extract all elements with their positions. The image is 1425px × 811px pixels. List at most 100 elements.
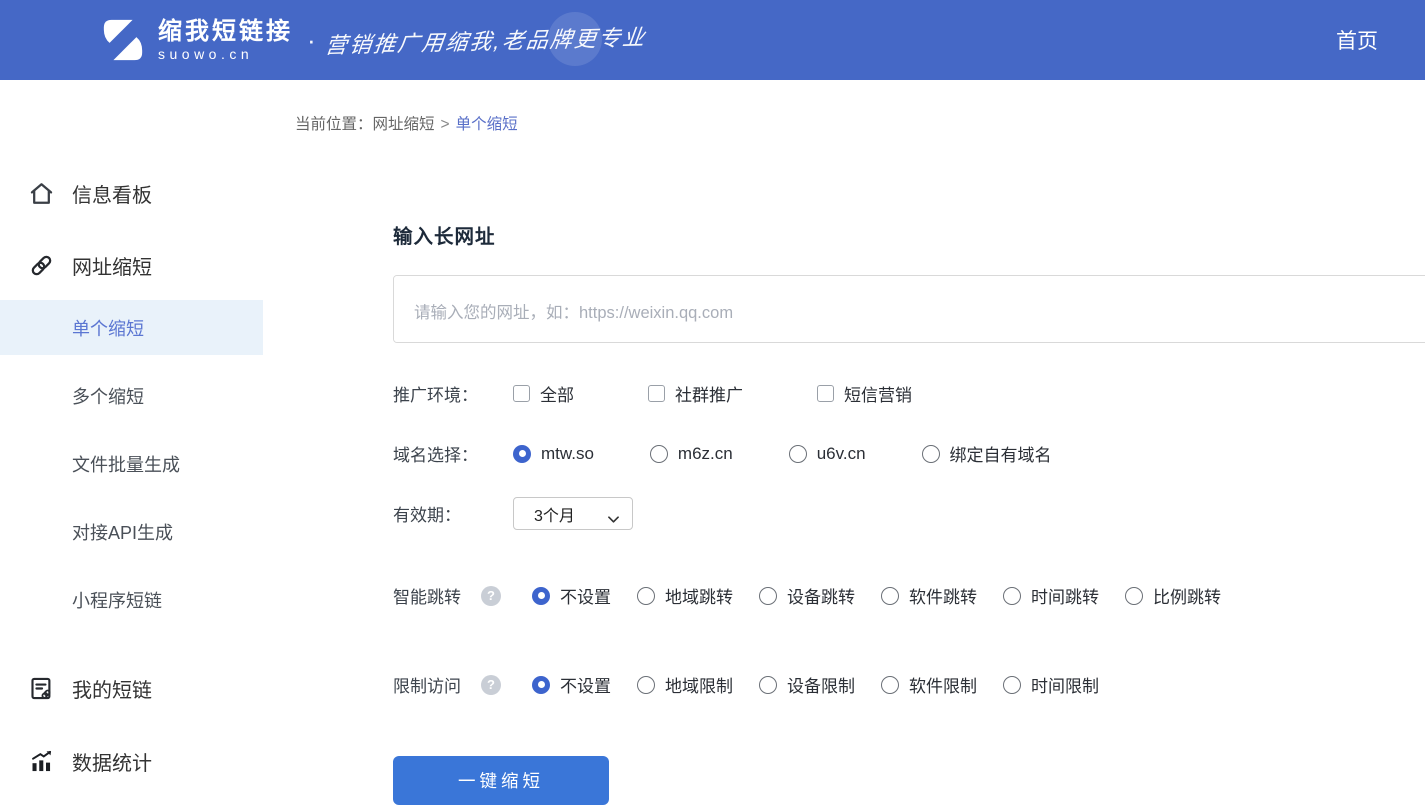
checkbox-icon[interactable] — [648, 385, 665, 402]
radio-icon[interactable] — [637, 676, 655, 694]
page-layout: 信息看板 网址缩短 单个缩短 多个缩短 文件批量生成 对接API生成 — [0, 80, 1425, 811]
breadcrumb-current-link[interactable]: 单个缩短 — [456, 116, 518, 133]
sidebar-item-label: 网址缩短 — [72, 251, 152, 280]
long-url-input[interactable] — [393, 275, 1425, 343]
radio-option-jump-software[interactable]: 软件跳转 — [881, 583, 977, 608]
smart-jump-options: 不设置 地域跳转 设备跳转 软件跳转 — [532, 583, 1221, 608]
checkbox-option-community[interactable]: 社群推广 — [648, 381, 743, 406]
sidebar-subitem-miniprogram-link[interactable]: 小程序短链 — [0, 572, 263, 627]
promo-env-row: 推广环境： 全部 社群推广 短信营销 — [393, 381, 1425, 406]
radio-label: 设备跳转 — [787, 583, 855, 608]
radio-option-jump-region[interactable]: 地域跳转 — [637, 583, 733, 608]
radio-label: 绑定自有域名 — [950, 441, 1052, 466]
checkbox-option-all[interactable]: 全部 — [513, 381, 574, 406]
radio-option-m6z-cn[interactable]: m6z.cn — [650, 441, 733, 466]
nav-home-link[interactable]: 首页 — [1336, 25, 1378, 55]
radio-option-jump-ratio[interactable]: 比例跳转 — [1125, 583, 1221, 608]
domain-options: mtw.so m6z.cn u6v.cn 绑定自有域名 — [513, 441, 1052, 466]
restrict-access-label: 限制访问 — [393, 672, 461, 697]
radio-option-custom-domain[interactable]: 绑定自有域名 — [922, 441, 1052, 466]
chevron-down-icon — [608, 510, 619, 517]
validity-row: 有效期： 3个月 — [393, 497, 1425, 530]
radio-icon[interactable] — [1003, 587, 1021, 605]
sidebar-subitem-file-batch[interactable]: 文件批量生成 — [0, 436, 263, 491]
home-icon — [28, 180, 55, 207]
checkbox-icon[interactable] — [817, 385, 834, 402]
radio-icon[interactable] — [1125, 587, 1143, 605]
logo-title: 缩我短链接 — [158, 19, 293, 44]
sidebar: 信息看板 网址缩短 单个缩短 多个缩短 文件批量生成 对接API生成 — [0, 80, 263, 811]
radio-icon-selected[interactable] — [513, 445, 531, 463]
shorten-form: 输入长网址 推广环境： 全部 社群推广 短信营销 — [393, 220, 1425, 805]
sidebar-subitem-single-shorten[interactable]: 单个缩短 — [0, 300, 263, 355]
domain-select-row: 域名选择： mtw.so m6z.cn u6v.cn — [393, 441, 1425, 466]
radio-option-mtw-so[interactable]: mtw.so — [513, 441, 594, 466]
radio-option-limit-time[interactable]: 时间限制 — [1003, 672, 1099, 697]
logo[interactable]: 缩我短链接 suowo.cn — [100, 17, 293, 63]
radio-option-limit-none[interactable]: 不设置 — [532, 672, 611, 697]
logo-text: 缩我短链接 suowo.cn — [158, 19, 293, 62]
checkbox-icon[interactable] — [513, 385, 530, 402]
radio-icon[interactable] — [759, 676, 777, 694]
radio-icon[interactable] — [881, 676, 899, 694]
promo-env-label: 推广环境： — [393, 381, 513, 406]
breadcrumb: 当前位置：网址缩短 > 单个缩短 — [263, 80, 1425, 134]
sidebar-item-domain-manage[interactable]: 域名管理 — [0, 805, 263, 811]
radio-icon-selected[interactable] — [532, 587, 550, 605]
radio-option-jump-device[interactable]: 设备跳转 — [759, 583, 855, 608]
promo-env-options: 全部 社群推广 短信营销 — [513, 381, 912, 406]
radio-option-jump-none[interactable]: 不设置 — [532, 583, 611, 608]
sidebar-subitem-label: 多个缩短 — [72, 383, 144, 409]
checkbox-option-sms[interactable]: 短信营销 — [817, 381, 912, 406]
validity-select[interactable]: 3个月 — [513, 497, 633, 530]
validity-selected-value: 3个月 — [534, 502, 575, 526]
radio-icon[interactable] — [922, 445, 940, 463]
logo-domain: suowo.cn — [158, 47, 293, 62]
radio-icon[interactable] — [759, 587, 777, 605]
radio-label: 不设置 — [560, 583, 611, 608]
radio-icon[interactable] — [1003, 676, 1021, 694]
radio-icon[interactable] — [637, 587, 655, 605]
radio-label: m6z.cn — [678, 444, 733, 464]
restrict-access-row: 限制访问 ? 不设置 地域限制 设备限制 — [393, 672, 1425, 697]
bar-chart-icon — [28, 748, 55, 775]
tagline-dot: · — [307, 25, 316, 56]
sidebar-item-label: 我的短链 — [72, 674, 152, 703]
radio-label: 地域跳转 — [665, 583, 733, 608]
document-edit-icon — [28, 675, 55, 702]
radio-option-limit-device[interactable]: 设备限制 — [759, 672, 855, 697]
radio-option-u6v-cn[interactable]: u6v.cn — [789, 441, 866, 466]
sidebar-subitem-label: 小程序短链 — [72, 587, 162, 613]
sidebar-item-url-shorten[interactable]: 网址缩短 — [0, 242, 263, 288]
smart-jump-label: 智能跳转 — [393, 583, 461, 608]
sidebar-subitem-multi-shorten[interactable]: 多个缩短 — [0, 368, 263, 423]
breadcrumb-section-link[interactable]: 网址缩短 — [373, 116, 435, 133]
radio-icon[interactable] — [789, 445, 807, 463]
sidebar-item-dashboard[interactable]: 信息看板 — [0, 170, 263, 216]
breadcrumb-separator: > — [441, 116, 450, 133]
checkbox-label: 短信营销 — [844, 381, 912, 406]
breadcrumb-prefix: 当前位置： — [295, 116, 373, 133]
header: 缩我短链接 suowo.cn · 营销推广用缩我,老品牌更专业 首页 — [0, 0, 1425, 80]
radio-label: 软件跳转 — [909, 583, 977, 608]
sidebar-subitem-label: 文件批量生成 — [72, 451, 180, 477]
radio-option-jump-time[interactable]: 时间跳转 — [1003, 583, 1099, 608]
checkbox-label: 全部 — [540, 381, 574, 406]
radio-label: 时间跳转 — [1031, 583, 1099, 608]
sidebar-item-statistics[interactable]: 数据统计 — [0, 738, 263, 784]
radio-label: 时间限制 — [1031, 672, 1099, 697]
smart-jump-row: 智能跳转 ? 不设置 地域跳转 设备跳转 — [393, 583, 1425, 608]
sidebar-subitem-api-generate[interactable]: 对接API生成 — [0, 504, 263, 559]
help-icon[interactable]: ? — [481, 586, 501, 606]
help-icon[interactable]: ? — [481, 675, 501, 695]
shorten-submit-button[interactable]: 一键缩短 — [393, 756, 609, 805]
radio-label: 不设置 — [560, 672, 611, 697]
sidebar-item-my-links[interactable]: 我的短链 — [0, 665, 263, 711]
radio-icon[interactable] — [650, 445, 668, 463]
radio-option-limit-software[interactable]: 软件限制 — [881, 672, 977, 697]
radio-icon-selected[interactable] — [532, 676, 550, 694]
radio-label: 地域限制 — [665, 672, 733, 697]
radio-option-limit-region[interactable]: 地域限制 — [637, 672, 733, 697]
radio-icon[interactable] — [881, 587, 899, 605]
checkbox-label: 社群推广 — [675, 381, 743, 406]
